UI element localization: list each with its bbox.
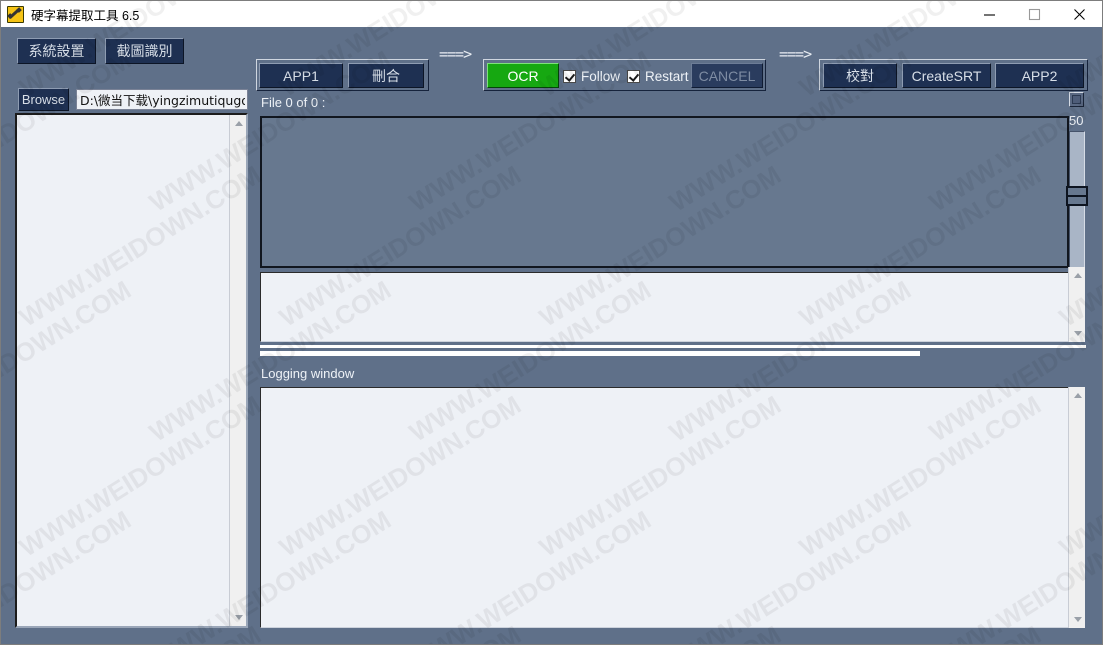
srt-app-icon	[6, 5, 24, 23]
ocr-scroll-up-icon[interactable]	[1069, 267, 1086, 284]
follow-checkbox-box[interactable]	[563, 70, 576, 83]
file-counter-label: File 0 of 0 :	[261, 95, 326, 110]
path-input[interactable]	[76, 89, 248, 110]
window-controls	[967, 1, 1102, 27]
application-window: 硬字幕提取工具 6.5 系統設置 截圖識別 APP1 刪合 ===> OCR F…	[0, 0, 1103, 645]
threshold-slider-thumb[interactable]	[1066, 186, 1088, 206]
title-bar: 硬字幕提取工具 6.5	[1, 1, 1102, 27]
window-title: 硬字幕提取工具 6.5	[31, 8, 140, 23]
screenshot-recognize-button[interactable]: 截圖識別	[105, 38, 184, 64]
follow-checkbox-label: Follow	[581, 69, 621, 84]
ocr-text-scrollbar[interactable]	[1068, 267, 1085, 342]
ocr-text-panel[interactable]	[260, 272, 1069, 342]
logging-window-panel[interactable]	[260, 387, 1069, 628]
threshold-value-label: 50	[1069, 113, 1084, 128]
restart-checkbox-box[interactable]	[627, 70, 640, 83]
capture-region-toggle[interactable]	[1069, 92, 1084, 107]
system-settings-button[interactable]: 系統設置	[17, 38, 96, 64]
restart-checkbox-label: Restart	[645, 69, 689, 84]
ocr-scroll-down-icon[interactable]	[1069, 325, 1086, 342]
proofread-button[interactable]: 校對	[823, 63, 897, 88]
scroll-down-icon[interactable]	[230, 609, 247, 626]
cancel-button[interactable]: CANCEL	[691, 63, 763, 88]
ocr-button[interactable]: OCR	[487, 63, 559, 88]
close-icon[interactable]	[1057, 1, 1102, 27]
browse-button[interactable]: Browse	[18, 88, 69, 111]
scroll-up-icon[interactable]	[230, 115, 247, 132]
merge-button[interactable]: 刪合	[348, 63, 424, 88]
arrow-2: ===>	[779, 45, 812, 63]
file-list-frame	[15, 113, 248, 628]
image-preview-panel[interactable]	[260, 116, 1069, 268]
follow-checkbox[interactable]: Follow	[563, 69, 620, 84]
create-srt-button[interactable]: CreateSRT	[902, 63, 991, 88]
progress-bar	[260, 351, 920, 356]
app2-button[interactable]: APP2	[995, 63, 1084, 88]
arrow-1: ===>	[439, 45, 472, 63]
logging-window-label: Logging window	[261, 366, 355, 381]
toolbar: 系統設置 截圖識別 APP1 刪合 ===> OCR Follow Restar…	[1, 27, 1102, 91]
logging-scroll-down-icon[interactable]	[1069, 611, 1086, 628]
restart-checkbox[interactable]: Restart	[627, 69, 689, 84]
maximize-icon[interactable]	[1012, 1, 1057, 27]
file-list[interactable]	[17, 115, 246, 626]
file-list-scrollbar[interactable]	[229, 115, 246, 626]
minimize-icon[interactable]	[967, 1, 1012, 27]
logging-scrollbar[interactable]	[1068, 387, 1085, 628]
separator-line	[260, 345, 1086, 348]
logging-scroll-up-icon[interactable]	[1069, 387, 1086, 404]
app1-button[interactable]: APP1	[259, 63, 343, 88]
